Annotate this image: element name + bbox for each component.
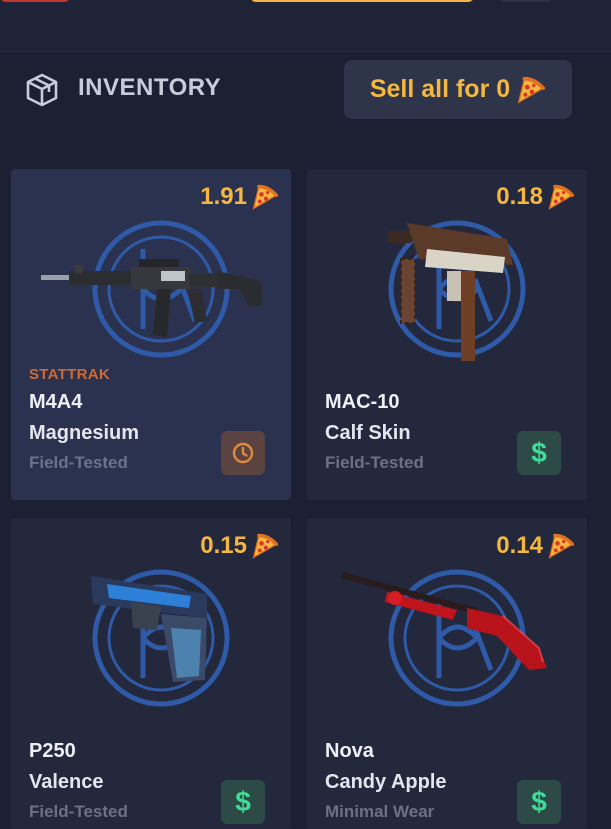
pending-button[interactable] [221, 431, 265, 475]
stattrak-label: STATTRAK [29, 366, 110, 383]
item-price-value: 0.14 [496, 532, 543, 559]
skin-name: Calf Skin [325, 422, 411, 444]
sell-button[interactable]: $ [517, 431, 561, 475]
sell-button[interactable]: $ [517, 780, 561, 824]
item-price: 0.14 [496, 532, 575, 560]
skin-name: Magnesium [29, 422, 140, 444]
top-bar-dark-element[interactable] [498, 0, 554, 2]
item-card-m4a4[interactable]: 1.91 STATTRAK M4A4 Magnesium Field-Teste… [11, 169, 291, 500]
p250-weapon-image [91, 558, 291, 728]
dollar-icon: $ [235, 786, 251, 817]
sell-all-label: Sell all for 0 [369, 75, 511, 103]
wear-label: Field-Tested [325, 453, 424, 472]
clock-icon [232, 442, 254, 464]
wear-label: Field-Tested [29, 453, 128, 472]
pizza-coin-icon [516, 75, 546, 105]
top-bar-gold-element[interactable] [250, 0, 474, 2]
item-price-value: 0.18 [496, 183, 543, 210]
weapon-name: MAC-10 [325, 391, 400, 413]
sell-all-button[interactable]: Sell all for 0 [344, 60, 572, 119]
wear-label: Minimal Wear [325, 802, 435, 821]
item-price: 0.18 [496, 183, 575, 211]
nova-weapon-image [341, 558, 547, 728]
weapon-name: P250 [29, 740, 76, 762]
item-price: 0.15 [200, 532, 279, 560]
item-card-mac10[interactable]: 0.18 MAC-10 Calf Skin Field-Tested $ [307, 169, 587, 500]
pizza-coin-icon [251, 532, 279, 560]
wear-label: Field-Tested [29, 802, 128, 821]
pizza-coin-icon [547, 183, 575, 211]
inventory-header: INVENTORY Sell all for 0 [0, 52, 611, 148]
item-card-nova[interactable]: 0.14 Nova Candy Apple Minimal Wear $ [307, 518, 587, 829]
cube-icon [26, 73, 58, 107]
skin-name: Valence [29, 771, 104, 793]
dollar-icon: $ [531, 437, 547, 468]
item-price-value: 1.91 [200, 183, 247, 210]
pizza-coin-icon [547, 532, 575, 560]
skin-name: Candy Apple [325, 771, 447, 793]
item-price: 1.91 [200, 183, 279, 211]
weapon-name: Nova [325, 740, 374, 762]
top-bar-red-element[interactable] [0, 0, 70, 2]
top-bar [0, 0, 611, 52]
mac10-weapon-image [387, 209, 587, 361]
item-price-value: 0.15 [200, 532, 247, 559]
inventory-title: INVENTORY [78, 74, 222, 101]
weapon-name: M4A4 [29, 391, 83, 413]
item-card-p250[interactable]: 0.15 P250 Valence Field-Tested $ [11, 518, 291, 829]
m4a4-weapon-image [41, 209, 263, 379]
sell-button[interactable]: $ [221, 780, 265, 824]
pizza-coin-icon [251, 183, 279, 211]
dollar-icon: $ [531, 786, 547, 817]
